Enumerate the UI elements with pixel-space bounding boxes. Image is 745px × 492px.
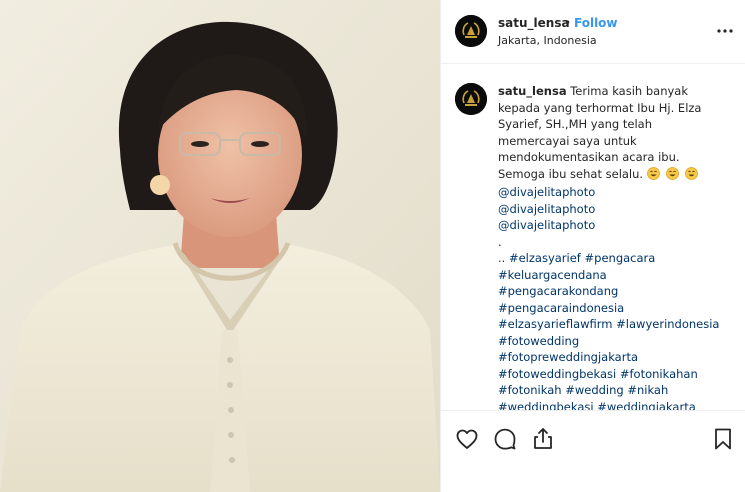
smiling-face-emoji-icon [646, 166, 699, 185]
caption-text: memercayai saya untuk [498, 133, 637, 148]
hashtag-line: #pengacaraindonesia [498, 300, 734, 317]
caption-avatar[interactable] [455, 83, 487, 115]
hashtag-link[interactable]: #pengacarakondang [498, 284, 618, 298]
location-link[interactable]: Jakarta, Indonesia [498, 34, 597, 47]
hashtag-link[interactable]: #keluargacendana [498, 268, 607, 282]
hashtag-link[interactable]: #weddingbekasi [498, 400, 594, 411]
comments-section[interactable]: satu_lensa Terima kasih banyak kepada ya… [441, 64, 745, 410]
post-side-panel: satu_lensa • Follow Jakarta, Indonesia s… [440, 0, 745, 492]
hashtag-link[interactable]: #wedding [565, 383, 624, 397]
hashtag-line: #fotopreweddingjakarta [498, 349, 734, 366]
post-header: satu_lensa • Follow Jakarta, Indonesia [441, 0, 745, 64]
hashtag-line: #keluargacendana [498, 267, 734, 284]
hashtag-line: #fotoweddingbekasi #fotonikahan [498, 366, 734, 383]
hashtag-link[interactable]: #fotoweddingbekasi [498, 367, 616, 381]
caption-text: Syarief, SH.,MH yang telah [498, 117, 653, 131]
hashtag-link[interactable]: #fotopreweddingjakarta [498, 350, 638, 364]
caption-dot: . [498, 234, 502, 249]
heart-icon[interactable] [455, 427, 479, 451]
bookmark-icon[interactable] [711, 427, 735, 451]
hashtag-link[interactable]: #pengacara [585, 251, 656, 265]
mention-link[interactable]: @divajelitaphoto [498, 184, 734, 201]
hashtag-link[interactable]: #nikah [627, 383, 668, 397]
hashtag-line: #fotonikah #wedding #nikah [498, 382, 734, 399]
hashtag-prefix: .. [498, 251, 506, 265]
hashtag-link[interactable]: #fotonikahan [620, 367, 698, 381]
hashtag-line: #pengacarakondang [498, 283, 734, 300]
hashtag-link[interactable]: #weddingjakarta [597, 400, 696, 411]
hashtag-link[interactable]: #fotonikah [498, 383, 562, 397]
hashtag-line: #elzasyarieflawfirm #lawyerindonesia [498, 316, 734, 333]
portrait-image [0, 0, 440, 492]
hashtag-line: #weddingbekasi #weddingjakarta [498, 399, 734, 411]
follow-button[interactable]: Follow [574, 16, 618, 30]
profile-avatar[interactable] [455, 15, 487, 47]
hashtag-link[interactable]: #elzasyarief [509, 251, 581, 265]
caption-text: mendokumentasikan acara ibu. [498, 150, 680, 164]
caption-text: kepada yang terhormat Ibu Hj. Elza [498, 100, 702, 115]
gold-laurel-logo-icon [455, 15, 487, 47]
caption-text: Semoga ibu sehat selalu. [498, 166, 644, 181]
caption-text: Terima kasih banyak [570, 84, 688, 98]
more-options-icon[interactable] [715, 22, 735, 40]
mention-link[interactable]: @divajelitaphoto [498, 201, 734, 218]
hashtag-link[interactable]: #lawyerindonesia [616, 317, 719, 331]
caption-line: satu_lensa Terima kasih banyak [498, 83, 734, 100]
hashtag-link[interactable]: #elzasyarieflawfirm [498, 317, 613, 331]
hashtag-line: .. #elzasyarief #pengacara [498, 250, 734, 267]
caption-username[interactable]: satu_lensa [498, 84, 567, 98]
post-photo[interactable] [0, 0, 440, 492]
hashtag-link[interactable]: #pengacaraindonesia [498, 301, 624, 315]
post-caption: satu_lensa Terima kasih banyak kepada ya… [498, 83, 734, 410]
share-icon[interactable] [531, 427, 555, 451]
comment-icon[interactable] [493, 427, 517, 451]
hashtag-line: #fotowedding [498, 333, 734, 350]
action-bar [441, 410, 745, 492]
gold-laurel-logo-icon [455, 83, 487, 115]
mention-link[interactable]: @divajelitaphoto [498, 217, 734, 234]
hashtag-link[interactable]: #fotowedding [498, 334, 579, 348]
caption-line: Semoga ibu sehat selalu. [498, 166, 734, 185]
header-separator: • [564, 16, 572, 30]
header-username[interactable]: satu_lensa [498, 16, 570, 30]
